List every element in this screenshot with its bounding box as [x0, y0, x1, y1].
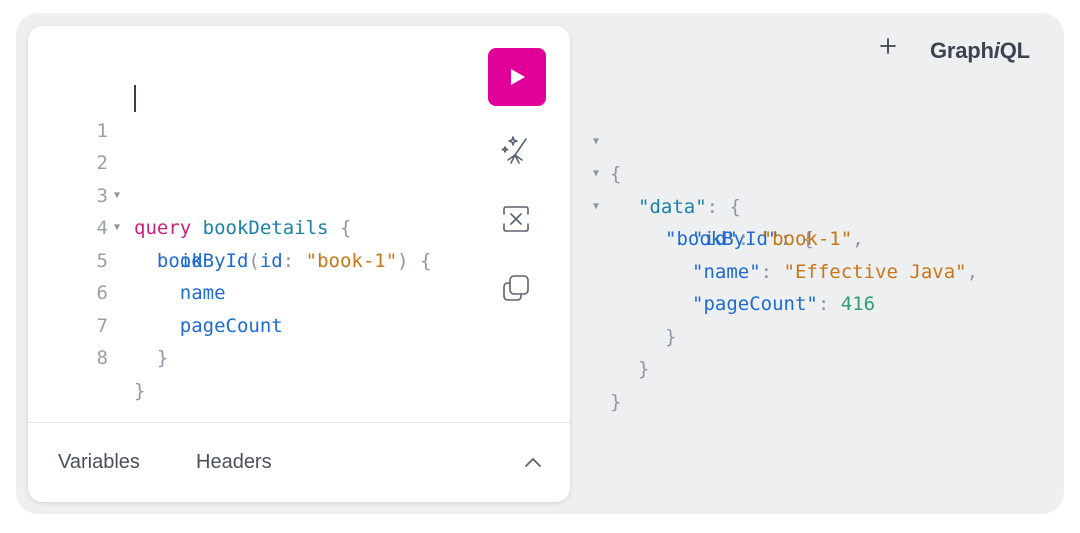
brace: }	[156, 347, 169, 369]
magic-wand-icon[interactable]	[499, 133, 533, 167]
code-line: 6 pageCount	[28, 245, 488, 337]
result-line: "name": "Effective Java",	[590, 223, 1060, 283]
text-cursor	[134, 85, 136, 112]
code-line: 7 }	[28, 277, 488, 370]
result-line: "id": "book-1",	[590, 191, 1060, 250]
code-line: 5 name	[28, 212, 488, 305]
play-icon	[511, 69, 525, 85]
panel-divider	[28, 422, 570, 423]
run-query-button[interactable]	[488, 48, 546, 106]
code-line: 2 ▼ query bookDetails {	[28, 115, 488, 239]
headers-tab[interactable]: Headers	[196, 451, 272, 474]
brace: }	[134, 379, 146, 402]
code-line: 3 ▼ bookById(id: "book-1") {	[28, 147, 488, 272]
result-line: }	[590, 321, 1060, 380]
line-number: 8	[96, 347, 108, 369]
result-line: ▼ "data": {	[590, 126, 1060, 218]
result-line: ▼ "bookById": {	[590, 158, 1060, 251]
query-editor[interactable]: 1 2 ▼ query bookDetails { 3 ▼ bookById(i…	[28, 82, 488, 402]
graphiql-logo[interactable]: GraphiQL	[930, 38, 1030, 64]
result-line: ▼ {	[590, 93, 1060, 186]
result-viewer[interactable]: ▼ { ▼ "data": { ▼ "bookById": { "id": "b…	[590, 93, 1060, 413]
code-line: 8 }	[28, 310, 488, 402]
result-line: }	[590, 288, 1060, 348]
query-editor-panel: 1 2 ▼ query bookDetails { 3 ▼ bookById(i…	[28, 26, 570, 502]
chevron-up-icon[interactable]	[522, 454, 544, 470]
result-line: }	[590, 353, 1060, 413]
variables-tab[interactable]: Variables	[58, 451, 140, 474]
copy-icon[interactable]	[499, 271, 533, 305]
code-line: 4 id	[28, 180, 488, 272]
result-line: "pageCount": 416	[590, 256, 1060, 315]
merge-fragments-icon[interactable]	[499, 202, 533, 236]
plus-icon[interactable]	[877, 35, 899, 57]
code-line: 1	[28, 82, 488, 142]
brace: }	[610, 390, 622, 413]
